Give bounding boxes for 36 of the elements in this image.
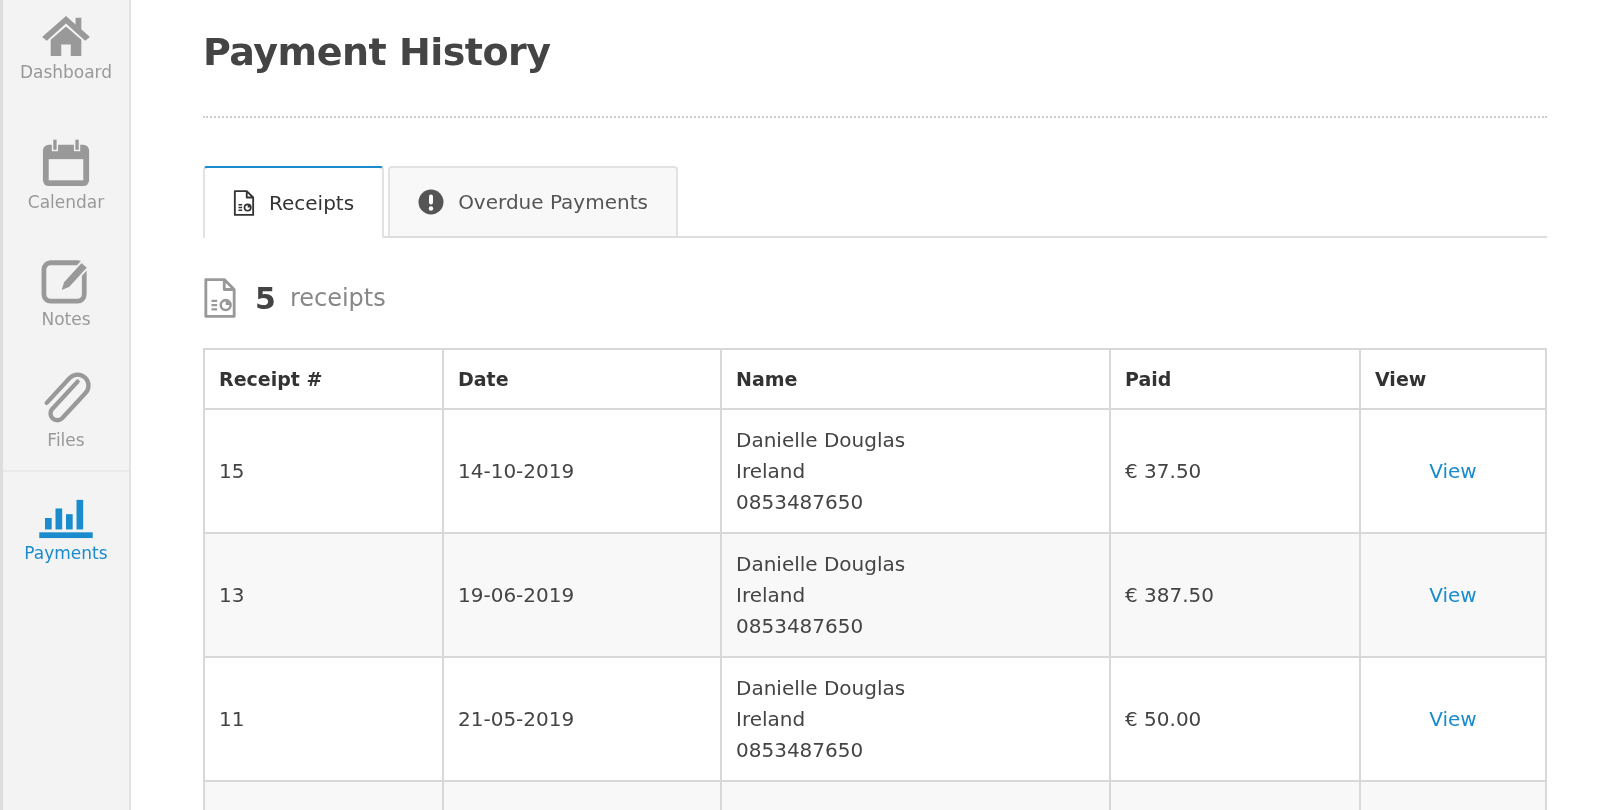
table-cell: € 387.50 xyxy=(1110,533,1360,657)
sidebar-item[interactable]: Dashboard xyxy=(3,0,129,116)
receipt-icon xyxy=(233,190,255,216)
table-cell-text: Ireland xyxy=(736,581,807,609)
sidebar-item[interactable]: Payments xyxy=(3,470,129,588)
table-cell-text: 0853487650 xyxy=(736,488,865,516)
column-header: Name xyxy=(721,349,1110,409)
tab[interactable]: Receipts xyxy=(203,166,385,238)
receipt-icon xyxy=(203,278,237,318)
sidebar-item[interactable]: Notes xyxy=(3,234,129,352)
receipt-count: 5 xyxy=(255,280,276,316)
tab[interactable]: Overdue Payments xyxy=(388,166,678,236)
receipt-count-label: receipts xyxy=(289,284,386,312)
home-icon xyxy=(40,14,92,58)
table-cell-text: 0853487650 xyxy=(736,736,865,764)
table-cell-text: 0853487650 xyxy=(736,612,865,640)
table-cell: 13 xyxy=(204,533,443,657)
table-cell-text: Danielle Douglas xyxy=(736,426,907,454)
sidebar-item[interactable]: Calendar xyxy=(3,116,129,234)
bar-chart-icon xyxy=(38,497,94,539)
view-link[interactable]: View xyxy=(1429,707,1477,731)
column-header: View xyxy=(1360,349,1546,409)
sidebar-item[interactable]: Files xyxy=(3,352,129,470)
page-title: Payment History xyxy=(203,30,552,74)
table-cell-text: Ireland xyxy=(736,705,807,733)
view-link[interactable]: View xyxy=(1429,583,1477,607)
table-cell-text: Danielle Douglas xyxy=(736,674,907,702)
table-cell: 19-06-2019 xyxy=(443,533,721,657)
table-cell-text: Ireland xyxy=(736,457,807,485)
view-link[interactable]: View xyxy=(1429,459,1477,483)
column-header: Paid xyxy=(1110,349,1360,409)
column-header: Date xyxy=(443,349,721,409)
table-cell-text: Danielle Douglas xyxy=(736,550,907,578)
exclamation-icon xyxy=(418,189,445,215)
column-header: Receipt # xyxy=(204,349,443,409)
calendar-icon xyxy=(40,138,92,188)
